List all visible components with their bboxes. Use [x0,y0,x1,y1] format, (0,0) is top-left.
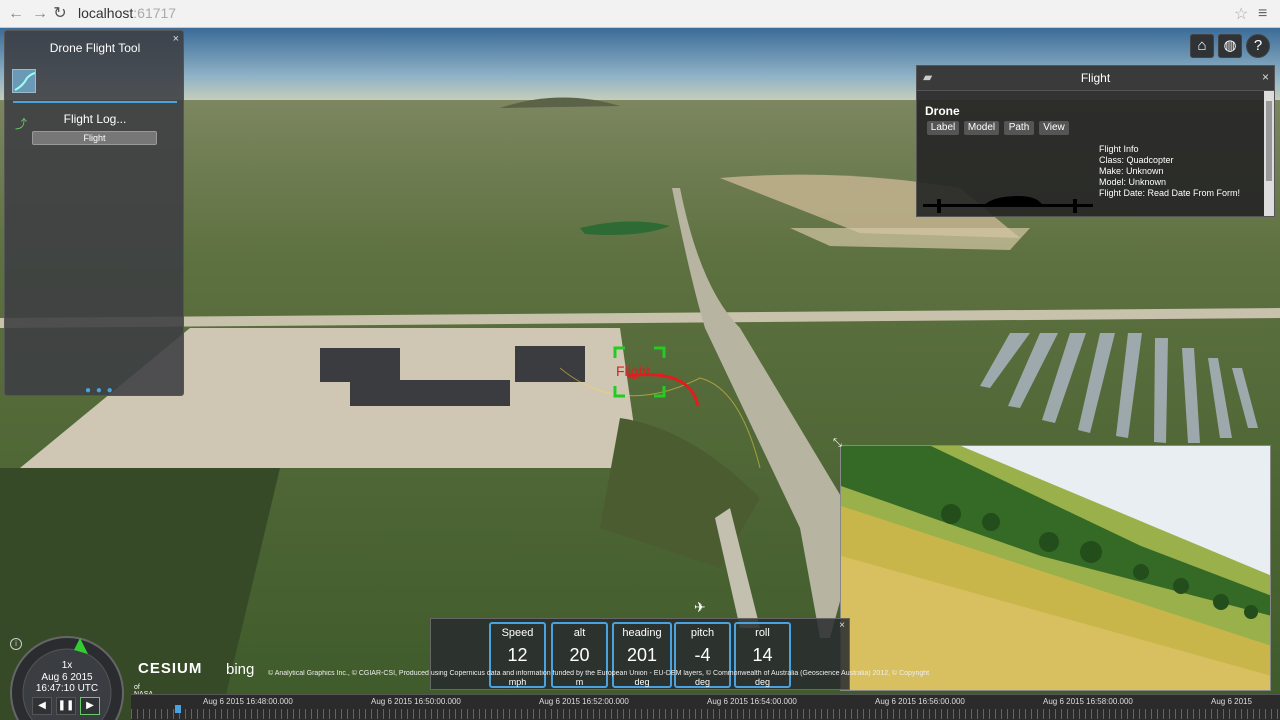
timeline-tick-label: Aug 6 2015 16:58:00.000 [1043,697,1133,706]
info-line: Make: Unknown [1099,166,1164,176]
video-frame [841,446,1270,690]
info-box-close-icon[interactable]: × [1262,70,1269,84]
animation-speed: 1x [61,660,73,671]
entity-name: Drone [925,104,960,118]
speed-gauge: Speed 12 mph [489,622,546,688]
resize-handle-icon[interactable]: ⤡ [833,437,842,450]
timeline-needle[interactable] [175,705,181,713]
browser-menu-icon[interactable]: ≡ [1258,5,1267,23]
play-reverse-icon[interactable]: ◀ [32,697,52,715]
gauge-label: heading [622,627,662,639]
roll-gauge: roll 14 deg [734,622,791,688]
altitude-gauge: alt 20 m [551,622,608,688]
reload-icon[interactable]: ↻ [50,4,70,24]
heading-gauge: heading 201 deg [612,622,672,688]
info-small-icon[interactable]: i [10,638,22,650]
url-host: localhost [78,5,134,21]
gauge-value: 12 [507,645,528,665]
gauge-value: 14 [752,645,773,665]
timeline-tick-label: Aug 6 2015 16:54:00.000 [707,697,797,706]
svg-text:✈: ✈ [694,599,706,615]
timeline-tick-label: Aug 6 2015 16:48:00.000 [203,697,293,706]
view-tab-button[interactable]: View [1039,121,1069,135]
bookmark-star-icon[interactable]: ☆ [1234,4,1248,24]
pause-icon[interactable]: ❚❚ [56,697,76,715]
gauge-unit: mph [508,677,527,687]
forward-arrow-icon[interactable]: → [30,4,50,24]
timeline-ticks [131,709,1280,719]
info-box-title: Flight [1080,71,1111,85]
drone-tool-panel: Drone Flight Tool × ⤴ Flight Log... Flig… [4,30,184,396]
flight-hud: × Speed 12 mph alt 20 m heading 201 deg … [430,618,850,690]
url-port: :61717 [133,5,177,21]
path-tab-button[interactable]: Path [1004,121,1034,135]
timeline-tick-label: Aug 6 2015 16:52:00.000 [539,697,629,706]
home-icon[interactable]: ⌂ [1190,34,1214,58]
flight-marker-label: Flight [616,363,650,379]
gauge-value: -4 [694,645,711,665]
globe-icon[interactable]: ◍ [1218,34,1242,58]
tool-panel-divider [13,101,177,103]
gauge-value: 20 [569,645,590,665]
info-scrollbar[interactable] [1264,91,1274,216]
gauge-label: alt [573,627,586,639]
browser-toolbar: ← → ↻ localhost:61717 ☆ ≡ [0,0,1280,28]
pitch-gauge: pitch -4 deg [674,622,731,688]
back-arrow-icon[interactable]: ← [6,4,26,24]
help-icon[interactable]: ? [1246,34,1270,58]
gauge-unit: deg [754,677,771,687]
gauge-unit: m [575,677,584,687]
timeline-tick-label: Aug 6 2015 [1211,697,1252,706]
drone-video-feed[interactable] [840,445,1271,691]
info-line: Flight Date: Read Date From Form! [1099,188,1241,198]
gauge-label: roll [755,627,770,639]
timeline-tick-label: Aug 6 2015 16:50:00.000 [371,697,461,706]
flight-button[interactable]: Flight [32,131,157,145]
gauge-unit: deg [634,677,650,687]
hud-close-icon[interactable]: × [839,620,845,631]
drone-silhouette-icon [923,196,1093,213]
flight-log-icon: ⤴ [15,117,28,131]
panel-more-dots-icon[interactable]: ● ● ● [85,385,114,396]
animation-time: 16:47:10 UTC [35,683,99,694]
gauge-label: Speed [501,627,534,639]
flight-path-thumbnail-icon[interactable] [12,69,36,93]
address-bar[interactable]: localhost:61717 [78,5,176,21]
flight-log-label[interactable]: Flight Log... [35,112,155,126]
info-line: Class: Quadcopter [1099,155,1174,165]
info-line: Model: Unknown [1099,177,1167,187]
flight-info-text: Flight Info Class: Quadcopter Make: Unkn… [1099,144,1240,199]
cesium-logo[interactable]: CESIUM [138,660,202,677]
tool-panel-close-icon[interactable]: × [173,33,179,45]
gauge-label: pitch [690,627,715,639]
play-forward-icon[interactable]: ▶ [80,697,100,715]
bing-logo[interactable]: bing [226,661,254,678]
timeline[interactable]: Aug 6 2015 16:48:00.000 Aug 6 2015 16:50… [131,694,1280,720]
label-tab-button[interactable]: Label [927,121,959,135]
model-tab-button[interactable]: Model [964,121,999,135]
info-line: Flight Info [1099,144,1139,154]
info-box: ▰ Flight × Drone Label Model Path View F… [916,65,1275,217]
info-box-header: ▰ Flight × [917,66,1274,91]
attribution-text[interactable]: © Analytical Graphics Inc., © CGIAR-CSI,… [268,670,948,677]
animation-date: Aug 6 2015 [41,672,93,683]
gauge-value: 201 [626,645,658,665]
gauge-unit: deg [694,677,711,687]
tool-panel-title: Drone Flight Tool [49,41,141,55]
timeline-tick-label: Aug 6 2015 16:56:00.000 [875,697,965,706]
